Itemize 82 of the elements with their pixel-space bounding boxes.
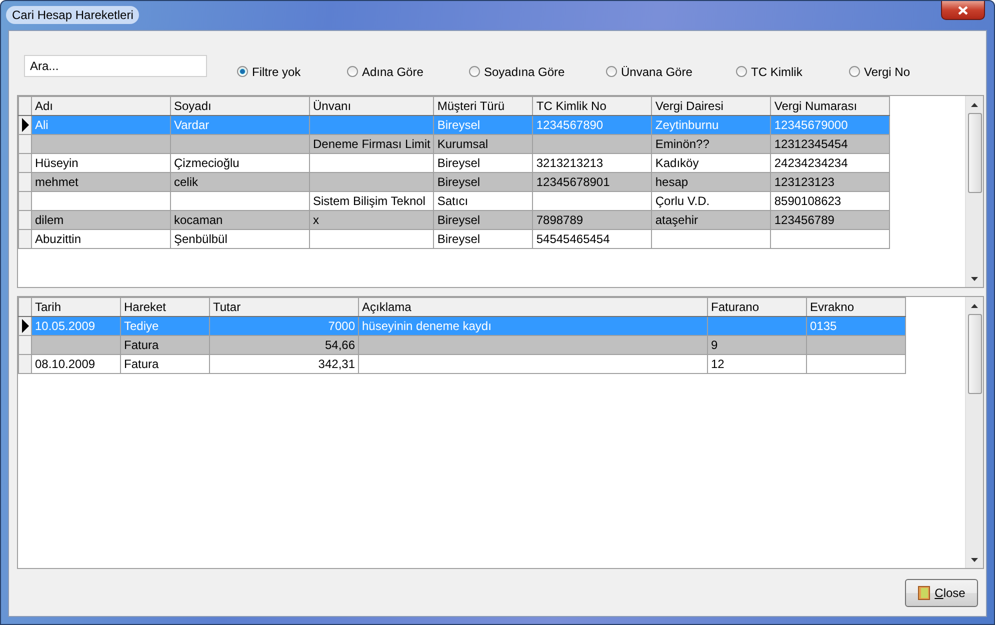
table-row[interactable]: Deneme Firması Limit Kurumsal Eminön?? 12312345454 [18,134,890,154]
filter-radio[interactable]: Ünvana Göre [606,64,736,78]
scroll-thumb[interactable] [968,314,982,394]
radio-circle-icon[interactable] [237,66,248,77]
table-cell: Eminön?? [652,134,771,154]
filter-radio[interactable]: TC Kimlik [736,64,849,78]
column-header[interactable]: Soyadı [170,96,310,116]
transactions-grid[interactable]: Tarih Hareket Tutar Açıklama Faturano Evrakno 10.05.2009 Tediye 7000 hüseyinin deneme kaydı 0135 Fatura 54,66 9 08.10.2009 Fatura 342,31 12 [17,296,984,569]
table-cell: 342,31 [210,354,358,374]
table-cell: 54545465454 [532,230,652,248]
table-cell: Bireysel [434,230,533,248]
radio-circle-icon[interactable] [347,66,358,77]
table-cell: hesap [652,172,771,192]
table-cell: 123123123 [770,172,890,192]
table-cell: 9 [708,336,806,354]
close-icon [958,6,968,14]
table-cell: 12345679000 [770,116,890,134]
table-cell: Şenbülbül [170,230,310,248]
radio-circle-icon[interactable] [849,66,860,77]
table-cell: 10.05.2009 [32,316,120,336]
filter-radio[interactable]: Adına Göre [347,64,469,78]
column-header[interactable]: Açıklama [358,298,708,316]
table-row[interactable]: Fatura 54,66 9 [18,336,906,354]
column-header[interactable]: Müşteri Türü [434,96,533,116]
table-cell: 1234567890 [532,116,652,134]
table-cell: 0135 [806,316,906,336]
table-cell: 12345678901 [532,172,652,192]
radio-circle-icon[interactable] [606,66,617,77]
column-header[interactable]: Hareket [120,298,210,316]
column-header[interactable]: Faturano [708,298,806,316]
table-cell: 08.10.2009 [32,354,120,374]
table-cell: x [310,210,434,230]
search-field[interactable]: Ara... [24,54,207,76]
filter-radio[interactable]: Soyadına Göre [469,64,606,78]
column-header[interactable]: Vergi Dairesi [652,96,771,116]
column-header[interactable]: Evrakno [806,298,906,316]
table-row[interactable]: 08.10.2009 Fatura 342,31 12 [18,354,906,374]
table-cell: 7000 [210,316,358,336]
accounts-grid[interactable] [17,95,984,288]
table-cell: 123456789 [770,210,890,230]
radio-circle-icon[interactable] [736,66,747,77]
vertical-scrollbar[interactable] [965,297,983,568]
table-cell: Fatura [120,354,210,374]
table-cell: Ali [32,116,170,134]
column-header[interactable]: Vergi Numarası [770,96,890,116]
table-row[interactable]: mehmet celik Bireysel 12345678901 hesap 123123123 [18,172,890,192]
table-row[interactable]: Abuzittin Şenbülbül Bireysel 54545465454 [18,230,890,248]
table-cell: 12312345454 [770,134,890,154]
table-cell: kocaman [170,210,310,230]
close-window-button[interactable] [941,1,985,20]
column-header[interactable]: Ünvanı [310,96,434,116]
column-header[interactable]: Tarih [32,298,120,316]
table-cell: 7898789 [532,210,652,230]
table-cell: ataşehir [652,210,771,230]
close-button[interactable]: Close [905,578,978,606]
table-cell: Abuzittin [32,230,170,248]
table-cell: hüseyinin deneme kaydı [358,316,708,336]
table-cell: Kurumsal [434,134,533,154]
table-row[interactable]: dilem kocaman x Bireysel 7898789 ataşehir 123456789 [18,210,890,230]
table-cell: celik [170,172,310,192]
table-cell: Bireysel [434,210,533,230]
filter-radio[interactable]: Filtre yok [237,64,347,78]
column-header[interactable]: TC Kimlik No [532,96,652,116]
column-header[interactable]: Adı [32,96,170,116]
door-icon [918,586,930,600]
column-header[interactable]: Tutar [210,298,358,316]
table-cell: Fatura [120,336,210,354]
vertical-scrollbar[interactable] [965,96,983,287]
scroll-thumb[interactable] [968,113,982,193]
filter-radio[interactable]: Vergi No [849,64,929,78]
radio-circle-icon[interactable] [469,66,480,77]
table-cell: Tediye [120,316,210,336]
table-cell: Zeytinburnu [652,116,771,134]
table-cell: dilem [32,210,170,230]
table-cell: 54,66 [210,336,358,354]
table-cell: mehmet [32,172,170,192]
table-cell: Deneme Firması Limit [310,134,434,154]
table-cell: Vardar [170,116,310,134]
table-cell: Bireysel [434,172,533,192]
table-cell: 12 [708,354,806,374]
table-cell: Bireysel [434,116,533,134]
window-title: Cari Hesap Hareketleri [6,6,140,24]
